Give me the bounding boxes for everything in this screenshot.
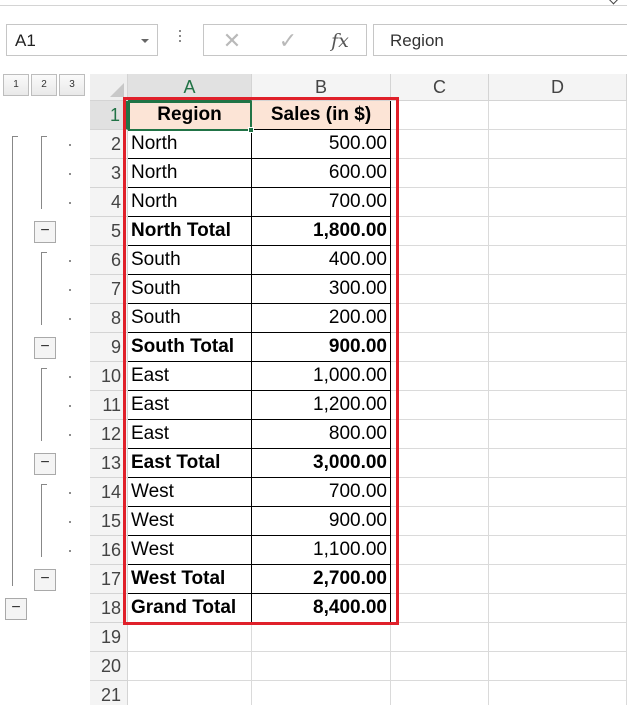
formula-bar-area: A1 ✕ ✓ fx Region (0, 0, 627, 68)
cell[interactable] (391, 333, 489, 362)
cell[interactable] (489, 594, 627, 623)
cell[interactable] (489, 565, 627, 594)
cell[interactable] (391, 536, 489, 565)
row-header-19[interactable]: 19 (90, 623, 128, 652)
outline-level2-bracket (41, 368, 47, 441)
cell[interactable] (391, 681, 489, 705)
outline-dot (69, 433, 71, 436)
cell[interactable] (489, 478, 627, 507)
cell[interactable] (391, 478, 489, 507)
cell[interactable] (391, 594, 489, 623)
outline-dot (69, 317, 71, 320)
cell[interactable] (489, 623, 627, 652)
cell[interactable] (391, 391, 489, 420)
outline-level2-bracket (41, 484, 47, 557)
cell[interactable] (391, 362, 489, 391)
collapse-group-button[interactable]: − (34, 336, 56, 359)
outline-level-buttons: 123 (3, 74, 87, 96)
cell[interactable] (489, 159, 627, 188)
cell[interactable] (489, 304, 627, 333)
cell[interactable] (489, 130, 627, 159)
collapse-grand-total-button[interactable]: − (5, 597, 27, 620)
bracket-tick (42, 136, 47, 137)
column-header-C[interactable]: C (391, 74, 489, 101)
formula-bar-buttons: ✕ ✓ fx (203, 24, 367, 56)
row-header-20[interactable]: 20 (90, 652, 128, 681)
cell[interactable] (489, 275, 627, 304)
cell[interactable] (391, 507, 489, 536)
column-header-D[interactable]: D (489, 74, 627, 101)
cell[interactable] (489, 333, 627, 362)
outline-dot (69, 201, 71, 204)
name-box-value: A1 (15, 31, 36, 50)
outline-level1-bracket (12, 136, 18, 586)
cell[interactable] (489, 188, 627, 217)
cell[interactable] (391, 101, 489, 130)
cell[interactable] (489, 536, 627, 565)
bracket-tick (42, 252, 47, 253)
collapse-group-button[interactable]: − (34, 568, 56, 591)
cell[interactable] (489, 101, 627, 130)
formula-bar-resize-handle-icon[interactable] (178, 30, 182, 50)
outline-dot (69, 259, 71, 262)
outline-gutter: − − − − − (0, 100, 90, 705)
cell[interactable] (391, 565, 489, 594)
cell[interactable] (391, 623, 489, 652)
outline-dot (69, 172, 71, 175)
cell[interactable] (391, 304, 489, 333)
outline-dot (69, 143, 71, 146)
outline-level-2-button[interactable]: 2 (31, 74, 57, 96)
name-box-dropdown-icon[interactable] (141, 39, 149, 43)
cell[interactable] (391, 275, 489, 304)
outline-dot (69, 288, 71, 291)
cell[interactable] (391, 217, 489, 246)
outline-dot (69, 549, 71, 552)
ribbon-bottom-edge (0, 0, 627, 6)
cell[interactable] (489, 681, 627, 705)
cell[interactable] (128, 652, 252, 681)
outline-level-3-button[interactable]: 3 (59, 74, 85, 96)
outline-dot (69, 375, 71, 378)
bracket-tick (42, 368, 47, 369)
bracket-tick (42, 484, 47, 485)
outline-dot (69, 520, 71, 523)
cell[interactable] (391, 246, 489, 275)
cell[interactable] (489, 420, 627, 449)
cell[interactable] (489, 391, 627, 420)
cell[interactable] (252, 623, 391, 652)
cell[interactable] (391, 188, 489, 217)
collapse-group-button[interactable]: − (34, 452, 56, 475)
cell[interactable] (252, 681, 391, 705)
cell[interactable] (391, 449, 489, 478)
formula-content: Region (390, 31, 444, 50)
cell[interactable] (489, 449, 627, 478)
bracket-tick (13, 136, 18, 137)
cell[interactable] (391, 159, 489, 188)
collapse-group-button[interactable]: − (34, 220, 56, 243)
cancel-icon[interactable]: ✕ (216, 27, 248, 55)
cell[interactable] (489, 217, 627, 246)
enter-check-icon[interactable]: ✓ (272, 27, 304, 55)
outline-level-1-button[interactable]: 1 (3, 74, 29, 96)
formula-input[interactable]: Region (373, 24, 627, 56)
cell[interactable] (391, 420, 489, 449)
cell[interactable] (489, 507, 627, 536)
outline-level2-bracket (41, 252, 47, 325)
insert-function-icon[interactable]: fx (324, 27, 356, 55)
cell[interactable] (252, 652, 391, 681)
outline-dot (69, 404, 71, 407)
cell[interactable] (391, 130, 489, 159)
cell[interactable] (489, 246, 627, 275)
cell[interactable] (128, 623, 252, 652)
cell[interactable] (391, 652, 489, 681)
outline-level2-bracket (41, 136, 47, 209)
cell[interactable] (489, 652, 627, 681)
name-box[interactable]: A1 (6, 24, 158, 56)
outline-dot (69, 491, 71, 494)
cell[interactable] (128, 681, 252, 705)
row-header-21[interactable]: 21 (90, 681, 128, 705)
cell[interactable] (489, 362, 627, 391)
table-highlight-border (123, 97, 399, 625)
